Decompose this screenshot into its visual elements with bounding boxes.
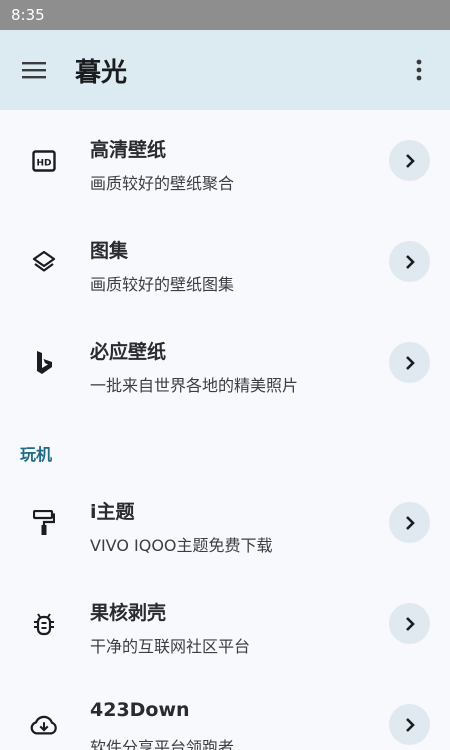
- item-subtitle: VIVO IQOO主题免费下载: [90, 536, 273, 555]
- open-button[interactable]: [389, 342, 430, 383]
- list-item-guohe[interactable]: 果核剥壳 干净的互联网社区平台: [0, 573, 450, 674]
- chevron-right-icon: [405, 616, 415, 631]
- item-title: 423Down: [90, 699, 190, 721]
- item-title: 必应壁纸: [90, 341, 167, 363]
- layers-icon: [30, 248, 58, 276]
- item-title: i主题: [90, 501, 135, 523]
- list-item-bing-wallpaper[interactable]: 必应壁纸 一批来自世界各地的精美照片: [0, 312, 450, 413]
- chevron-right-icon: [405, 515, 415, 530]
- open-button[interactable]: [389, 704, 430, 745]
- list-item-i-theme[interactable]: i主题 VIVO IQOO主题免费下载: [0, 472, 450, 573]
- item-title: 图集: [90, 240, 129, 262]
- app-bar: 暮光: [0, 30, 450, 110]
- open-button[interactable]: [389, 603, 430, 644]
- item-title: 高清壁纸: [90, 139, 167, 161]
- chevron-right-icon: [405, 254, 415, 269]
- cloud-download-icon: [30, 711, 58, 739]
- item-title: 果核剥壳: [90, 602, 167, 624]
- app-title: 暮光: [75, 58, 128, 88]
- item-subtitle: 画质较好的壁纸聚合: [90, 174, 235, 193]
- item-subtitle: 画质较好的壁纸图集: [90, 275, 235, 294]
- status-time: 8:35: [11, 6, 45, 24]
- chevron-right-icon: [405, 717, 415, 732]
- section-header: 玩机: [20, 445, 53, 464]
- bing-icon: [30, 349, 58, 377]
- menu-icon: [22, 62, 46, 79]
- chevron-right-icon: [405, 355, 415, 370]
- svg-text:HD: HD: [36, 159, 51, 169]
- open-button[interactable]: [389, 502, 430, 543]
- list-item-gallery[interactable]: 图集 画质较好的壁纸图集: [0, 211, 450, 312]
- more-vert-icon: [416, 59, 422, 81]
- menu-button[interactable]: [21, 58, 47, 82]
- open-button[interactable]: [389, 140, 430, 181]
- list-item-423down[interactable]: 423Down 软件分享平台领跑者: [0, 674, 450, 750]
- item-subtitle: 一批来自世界各地的精美照片: [90, 376, 299, 395]
- open-button[interactable]: [389, 241, 430, 282]
- item-subtitle: 软件分享平台领跑者: [90, 738, 235, 750]
- item-subtitle: 干净的互联网社区平台: [90, 637, 251, 656]
- hd-icon: HD: [30, 147, 58, 175]
- bug-icon: [30, 610, 58, 638]
- status-bar: 8:35: [0, 0, 450, 30]
- list-item-hd-wallpaper[interactable]: HD 高清壁纸 画质较好的壁纸聚合: [0, 110, 450, 211]
- more-options-button[interactable]: [407, 58, 431, 82]
- chevron-right-icon: [405, 153, 415, 168]
- paint-roller-icon: [30, 509, 58, 537]
